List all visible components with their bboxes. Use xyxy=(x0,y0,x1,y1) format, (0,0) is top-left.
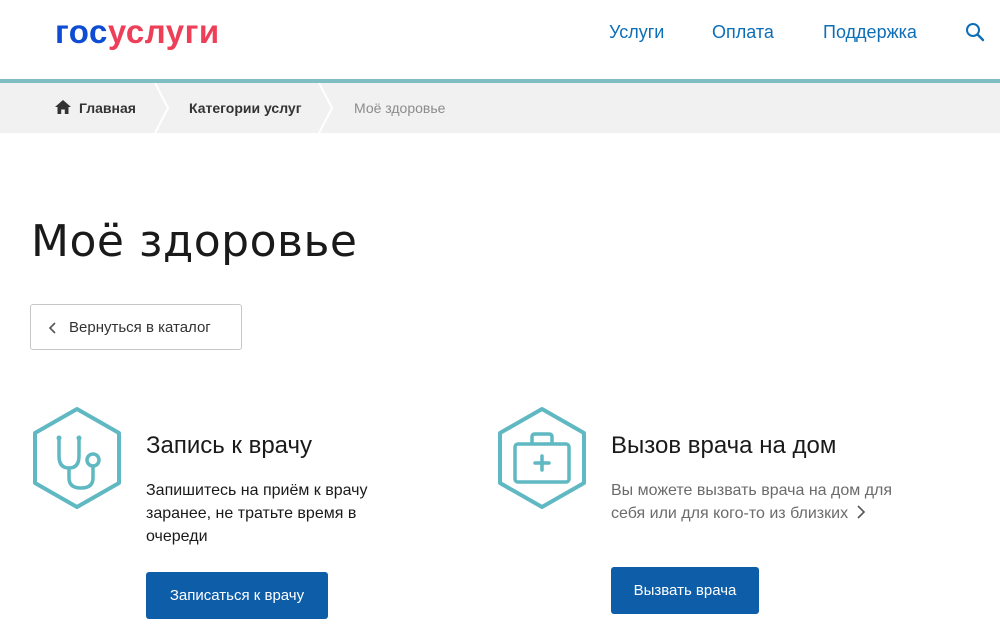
service-description: Запишитесь на приём к врачу заранее, не … xyxy=(146,482,368,545)
breadcrumb-current: Моё здоровье xyxy=(354,100,446,116)
breadcrumb-separator-icon xyxy=(318,83,334,133)
breadcrumb-home[interactable]: Главная xyxy=(79,83,136,133)
stethoscope-icon[interactable] xyxy=(29,406,125,510)
chevron-right-icon[interactable] xyxy=(852,504,870,520)
chevron-left-icon xyxy=(48,322,56,334)
service-description: Вы можете вызвать врача на дом для себя … xyxy=(611,479,901,525)
home-icon[interactable] xyxy=(55,100,71,114)
gosuslugi-logo[interactable]: госуслуги xyxy=(55,12,220,52)
nav-link-support[interactable]: Поддержка xyxy=(823,21,917,43)
breadcrumb-categories[interactable]: Категории услуг xyxy=(189,83,302,133)
logo-part-uslugi: услуги xyxy=(107,13,220,50)
back-to-catalog-button[interactable]: Вернуться в каталог xyxy=(30,304,242,350)
service-title[interactable]: Вызов врача на дом xyxy=(611,431,836,461)
book-doctor-button[interactable]: Записаться к врачу xyxy=(146,572,328,619)
nav-link-payment[interactable]: Оплата xyxy=(712,21,774,43)
breadcrumb: Главная Категории услуг Моё здоровье xyxy=(0,83,1000,133)
service-description-text: Вы можете вызвать врача на дом для себя … xyxy=(611,482,893,522)
page-title: Моё здоровье xyxy=(31,216,358,267)
call-doctor-button[interactable]: Вызвать врача xyxy=(611,567,759,614)
search-icon xyxy=(966,23,985,42)
nav-link-services[interactable]: Услуги xyxy=(609,21,664,43)
breadcrumb-separator-icon xyxy=(154,83,170,133)
logo-part-gos: гос xyxy=(55,13,108,50)
site-header: госуслуги Услуги Оплата Поддержка xyxy=(0,0,1000,79)
service-title[interactable]: Запись к врачу xyxy=(146,431,312,461)
medical-kit-icon[interactable] xyxy=(494,406,590,510)
back-button-label: Вернуться в каталог xyxy=(69,319,211,336)
search-button[interactable] xyxy=(964,21,986,43)
